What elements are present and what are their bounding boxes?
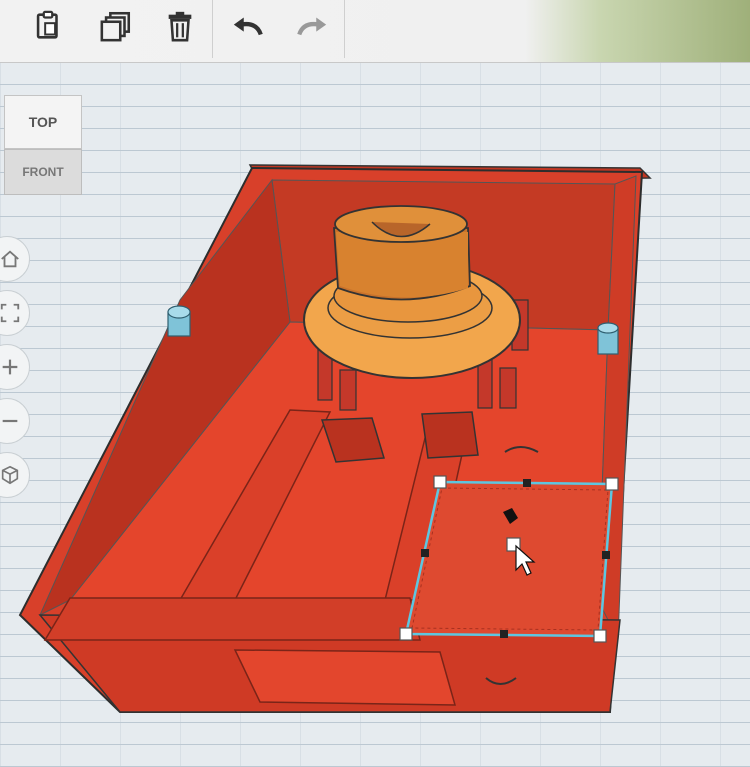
resize-handle-top-left [433, 475, 447, 489]
blue-peg-right [597, 322, 619, 355]
view-cube[interactable]: TOP FRONT [0, 95, 84, 195]
plus-icon [2, 359, 18, 375]
duplicate-button[interactable] [96, 6, 136, 46]
resize-handle-top-mid [523, 479, 531, 487]
floor-cross-bar [43, 597, 421, 641]
cube-icon [1, 465, 19, 485]
fit-view-icon [0, 303, 20, 323]
minus-icon [2, 419, 18, 423]
stand-leg-4 [339, 369, 357, 411]
resize-handle-bottom-mid [500, 630, 508, 638]
toolbar-divider [212, 0, 213, 58]
selected-lid-panel [404, 480, 614, 638]
design-scene[interactable] [0, 0, 750, 767]
paste-button[interactable] [28, 6, 68, 46]
trash-icon [168, 11, 192, 42]
resize-handle-right-mid [602, 551, 610, 559]
resize-handle-bottom-right [593, 629, 607, 643]
blue-peg-left [167, 305, 191, 337]
stand-leg-3 [499, 367, 517, 409]
toolbar-divider [344, 0, 345, 58]
front-cutout [233, 649, 456, 706]
resize-handle-top-right [605, 477, 619, 491]
toolbar [0, 0, 750, 63]
redo-button[interactable] [292, 6, 332, 46]
resize-handle-left-mid [421, 549, 429, 557]
clipboard-icon [36, 10, 58, 39]
view-cube-front[interactable]: FRONT [4, 149, 82, 195]
redo-icon [297, 17, 327, 36]
delete-button[interactable] [160, 6, 200, 46]
support-block-2 [421, 411, 479, 459]
view-cube-top[interactable]: TOP [4, 95, 82, 149]
undo-button[interactable] [228, 6, 268, 46]
resize-handle-bottom-left [399, 627, 413, 641]
duplicate-icon [100, 11, 131, 42]
undo-icon [233, 17, 263, 36]
home-icon [1, 250, 19, 268]
